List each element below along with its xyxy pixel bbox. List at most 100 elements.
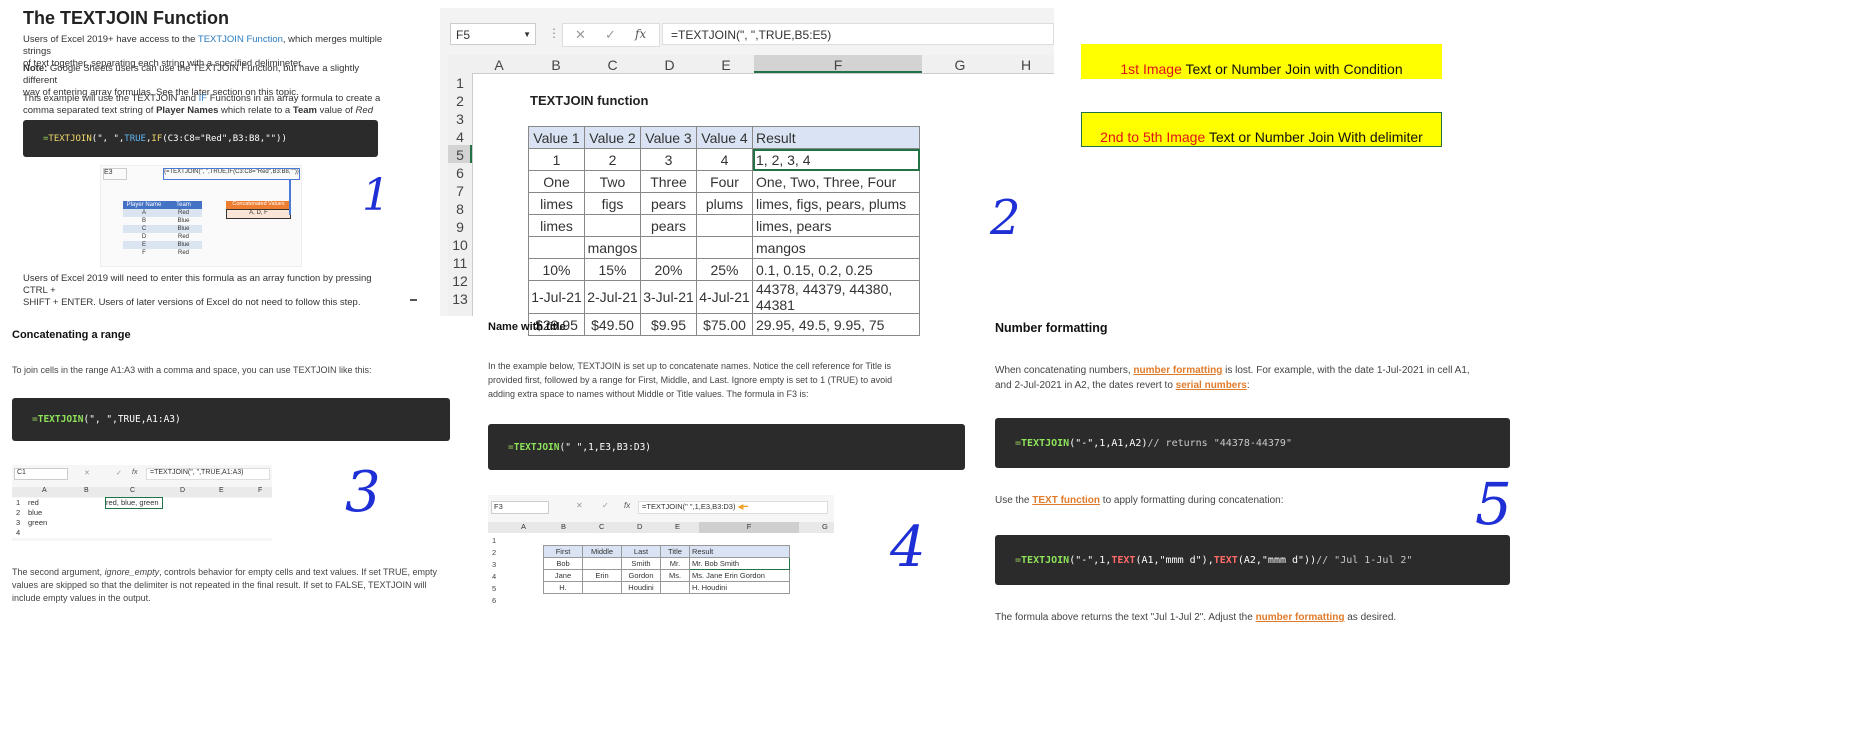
- col-header-e[interactable]: E: [219, 487, 224, 494]
- table-cell[interactable]: mangos: [752, 236, 920, 259]
- if-function-link[interactable]: IF: [199, 93, 207, 104]
- table-cell[interactable]: One, Two, Three, Four: [752, 170, 920, 193]
- col-header-a[interactable]: A: [521, 522, 526, 531]
- col-header-h[interactable]: H: [998, 57, 1054, 73]
- row-header[interactable]: 5: [448, 147, 472, 163]
- table-cell[interactable]: limes: [528, 192, 585, 215]
- cell[interactable]: Bob: [543, 557, 583, 570]
- table-cell[interactable]: limes, pears: [752, 214, 920, 237]
- selected-cell-f5[interactable]: 1, 2, 3, 4: [752, 148, 920, 171]
- row-header[interactable]: 9: [448, 219, 472, 235]
- cell[interactable]: red: [28, 498, 39, 507]
- table-cell[interactable]: limes, figs, pears, plums: [752, 192, 920, 215]
- code-block-serial[interactable]: = TEXTJOIN ("-",1,A1,A2) // returns "44378…: [995, 418, 1510, 468]
- table-cell[interactable]: $75.00: [696, 313, 753, 336]
- table-cell[interactable]: 1-Jul-21: [528, 280, 585, 314]
- header-first[interactable]: First: [543, 545, 583, 558]
- table-cell[interactable]: [640, 236, 697, 259]
- col-header-c[interactable]: C: [584, 57, 641, 73]
- table-cell[interactable]: pears: [640, 192, 697, 215]
- table-cell[interactable]: 3: [640, 148, 697, 171]
- cell[interactable]: Gordon: [621, 569, 661, 582]
- cell[interactable]: [582, 581, 622, 594]
- code-block-name[interactable]: = TEXTJOIN (" ",1,E3,B3:D3): [488, 424, 965, 470]
- row-header[interactable]: 2: [16, 508, 20, 517]
- fx-icon[interactable]: fx: [132, 469, 137, 476]
- col-header-e[interactable]: E: [698, 57, 754, 73]
- chevron-down-icon[interactable]: ▼: [523, 24, 531, 46]
- name-box[interactable]: E3: [103, 168, 127, 180]
- table-cell[interactable]: 10%: [528, 258, 585, 281]
- col-header-c[interactable]: C: [599, 522, 604, 531]
- row-header[interactable]: 7: [448, 183, 472, 199]
- row-header[interactable]: 1: [448, 75, 472, 91]
- col-header-g[interactable]: G: [822, 522, 828, 531]
- row-header[interactable]: 12: [448, 273, 472, 289]
- check-icon[interactable]: ✓: [116, 469, 122, 477]
- formula-bar[interactable]: {=TEXTJOIN(", ",TRUE,IF(C3:C8="Red",B3:B…: [163, 168, 300, 180]
- header-value-1[interactable]: Value 1: [528, 126, 585, 149]
- cell[interactable]: H.: [543, 581, 583, 594]
- table-cell[interactable]: 20%: [640, 258, 697, 281]
- formula-bar[interactable]: =TEXTJOIN(", ",TRUE,A1:A3): [146, 468, 270, 480]
- table-cell[interactable]: Two: [584, 170, 641, 193]
- row-header[interactable]: 2: [448, 93, 472, 109]
- table-cell[interactable]: One: [528, 170, 585, 193]
- table-cell[interactable]: 29.95, 49.5, 9.95, 75: [752, 313, 920, 336]
- formula-bar[interactable]: =TEXTJOIN(" ",1,E3,B3:D3) ◀━: [638, 501, 828, 514]
- col-header-g[interactable]: G: [922, 57, 998, 73]
- check-icon[interactable]: ✓: [605, 27, 616, 43]
- row-header[interactable]: 3: [448, 111, 472, 127]
- header-value-2[interactable]: Value 2: [584, 126, 641, 149]
- table-cell[interactable]: 4-Jul-21: [696, 280, 753, 314]
- number-formatting-link[interactable]: number formatting: [1256, 612, 1345, 623]
- formula-bar[interactable]: =TEXTJOIN(", ",TRUE,B5:E5): [662, 23, 1054, 45]
- col-header-d[interactable]: D: [641, 57, 698, 73]
- cell[interactable]: green: [28, 518, 47, 527]
- col-header-b[interactable]: B: [84, 487, 89, 494]
- cancel-icon[interactable]: ✕: [84, 469, 90, 477]
- row-header[interactable]: 6: [448, 165, 472, 181]
- table-cell[interactable]: limes: [528, 214, 585, 237]
- table-cell[interactable]: 15%: [584, 258, 641, 281]
- text-function-link[interactable]: TEXT function: [1032, 495, 1100, 506]
- cell[interactable]: Ms. Jane Erin Gordon: [689, 569, 790, 582]
- table-cell[interactable]: [696, 214, 753, 237]
- row-header[interactable]: 10: [448, 237, 472, 253]
- number-formatting-link[interactable]: number formatting: [1133, 365, 1222, 376]
- table-cell[interactable]: 4: [696, 148, 753, 171]
- textjoin-function-link[interactable]: TEXTJOIN Function: [198, 34, 283, 45]
- table-cell[interactable]: $49.50: [584, 313, 641, 336]
- name-box[interactable]: F3: [491, 501, 549, 514]
- table-cell[interactable]: [584, 214, 641, 237]
- col-header-a[interactable]: A: [42, 487, 47, 494]
- row-header[interactable]: 3: [16, 518, 20, 527]
- row-header[interactable]: 4: [448, 129, 472, 145]
- col-header-f[interactable]: F: [258, 487, 262, 494]
- fx-icon[interactable]: fx: [635, 27, 646, 41]
- table-cell[interactable]: 0.1, 0.15, 0.2, 0.25: [752, 258, 920, 281]
- col-header-b[interactable]: B: [561, 522, 566, 531]
- cell[interactable]: Erin: [582, 569, 622, 582]
- cell[interactable]: Jane: [543, 569, 583, 582]
- col-header-f[interactable]: F: [754, 57, 922, 73]
- serial-numbers-link[interactable]: serial numbers: [1176, 380, 1247, 391]
- table-cell[interactable]: Three: [640, 170, 697, 193]
- cell[interactable]: Mr.: [660, 557, 690, 570]
- cancel-icon[interactable]: ✕: [576, 501, 583, 510]
- table-cell[interactable]: $9.95: [640, 313, 697, 336]
- cell[interactable]: [582, 557, 622, 570]
- cell[interactable]: [660, 581, 690, 594]
- row-header[interactable]: 1: [16, 498, 20, 507]
- table-cell[interactable]: [528, 236, 585, 259]
- header-value-3[interactable]: Value 3: [640, 126, 697, 149]
- col-header-e[interactable]: E: [675, 522, 680, 531]
- table-cell[interactable]: pears: [640, 214, 697, 237]
- table-cell[interactable]: [696, 236, 753, 259]
- row-header[interactable]: 11: [448, 255, 472, 271]
- code-block-array-formula[interactable]: = TEXTJOIN (", ", TRUE, IF (C3:C8="Red",B3:B8…: [23, 120, 378, 157]
- col-header-f[interactable]: F: [699, 522, 799, 533]
- cell[interactable]: H. Houdini: [689, 581, 790, 594]
- table-cell[interactable]: plums: [696, 192, 753, 215]
- col-header-a[interactable]: A: [472, 57, 526, 73]
